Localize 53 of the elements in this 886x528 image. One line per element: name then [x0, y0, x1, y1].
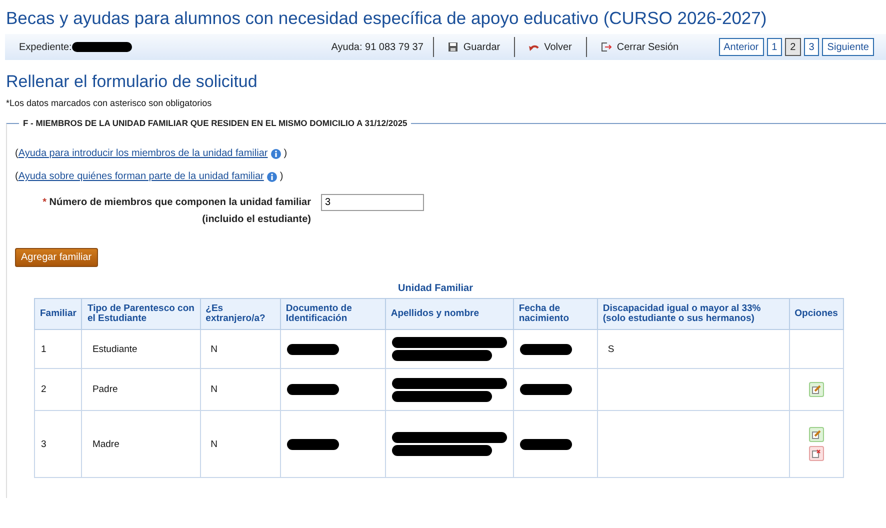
parenthesis: ( [15, 171, 18, 182]
page-title: Becas y ayudas para alumnos con necesidad específica de apoyo educativo (CURSO 2026-2027) [5, 7, 768, 30]
table-cell: Madre [82, 410, 200, 478]
column-header: Apellidos y nombre [385, 298, 514, 330]
table-cell: 3 [34, 410, 82, 478]
edit-button[interactable] [808, 382, 824, 397]
column-header: Discapacidad igual o mayor al 33% (solo estudiante o sus hermanos) [597, 298, 790, 330]
page-button[interactable]: 3 [804, 38, 820, 56]
table-cell: 2 [34, 368, 82, 410]
previous-page-button[interactable]: Anterior [718, 38, 764, 56]
parenthesis: ) [284, 148, 288, 159]
column-header: Tipo de Parentesco con el Estudiante [82, 298, 200, 330]
table-cell: Padre [82, 368, 200, 410]
column-header: ¿Es extranjero/a? [200, 298, 280, 330]
field-label: * Número de miembros que componen la unidad familiar (incluido el estudiante) [42, 196, 311, 227]
exit-icon [600, 42, 612, 52]
logout-button[interactable]: Cerrar Sesión [596, 42, 683, 52]
page-button[interactable]: 2 [785, 38, 801, 56]
document-delete-icon [812, 449, 821, 458]
table-caption: Unidad Familiar [396, 283, 474, 294]
form-title: Rellenar el formulario de solicitud [5, 71, 258, 92]
column-header: Familiar [34, 298, 82, 330]
help-link[interactable]: Ayuda sobre quiénes forman parte de la unidad familiar [18, 171, 264, 182]
help-phone: Ayuda: 91 083 79 37 [331, 42, 424, 52]
add-family-member-button[interactable]: Agregar familiar [15, 248, 98, 267]
table-cell: 1 [34, 330, 82, 368]
page-button[interactable]: 1 [766, 38, 782, 56]
next-page-button[interactable]: Siguiente [822, 38, 874, 56]
help-link[interactable]: Ayuda para introducir los miembros de la unidad familiar [18, 148, 268, 159]
edit-button[interactable] [808, 427, 824, 442]
save-button[interactable]: Guardar [444, 42, 504, 52]
pencil-icon [812, 385, 821, 394]
floppy-icon [448, 42, 458, 52]
table-cell: N [200, 410, 280, 478]
table-cell: Estudiante [82, 330, 200, 368]
table-cell: S [608, 344, 614, 354]
section-legend: F - MIEMBROS DE LA UNIDAD FAMILIAR QUE RESIDEN EN EL MISMO DOMICILIO A 31/12/2025 [19, 118, 412, 128]
column-header: Opciones [789, 298, 844, 330]
parenthesis: ) [280, 171, 284, 182]
members-input-field[interactable]: 3 [321, 194, 424, 211]
required-note: *Los datos marcados con asterisco son obligatorios [6, 98, 213, 108]
column-header: Fecha de nacimiento [513, 298, 598, 330]
info-icon [266, 172, 277, 182]
pencil-icon [812, 430, 821, 439]
info-icon [270, 148, 281, 158]
back-button[interactable]: Volver [525, 42, 576, 52]
delete-button[interactable] [808, 446, 824, 461]
column-header: Documento de Identificación [280, 298, 386, 330]
table-cell: N [200, 330, 280, 368]
parenthesis: ( [15, 148, 18, 159]
expediente-label: Expediente: [19, 42, 72, 52]
undo-arrow-icon [529, 42, 540, 52]
table-cell: N [200, 368, 280, 410]
